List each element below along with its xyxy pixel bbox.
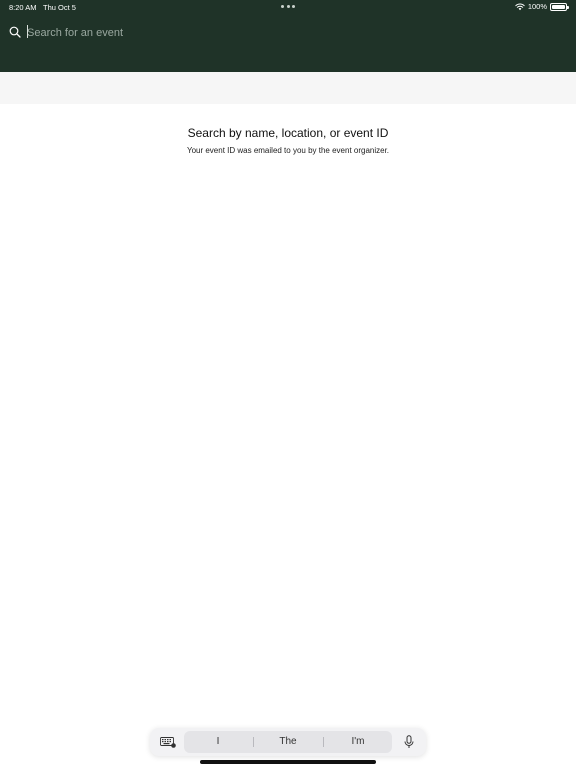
- battery-fill: [552, 4, 565, 9]
- multitasking-dots[interactable]: [281, 5, 295, 9]
- header: 8:20 AM Thu Oct 5 100%: [0, 0, 576, 72]
- suggestion-strip: I The I'm: [184, 731, 392, 753]
- status-time: 8:20 AM: [9, 3, 37, 12]
- screen: 8:20 AM Thu Oct 5 100% Search for an eve…: [0, 0, 576, 768]
- keyboard-icon[interactable]: [160, 737, 176, 748]
- status-date: Thu Oct 5: [43, 3, 76, 12]
- wifi-icon: [515, 3, 525, 10]
- text-caret: [27, 25, 28, 38]
- suggestion-item[interactable]: I'm: [324, 731, 392, 753]
- empty-state-subtitle: Your event ID was emailed to you by the …: [186, 146, 390, 155]
- search-bar: [0, 20, 576, 46]
- search-input[interactable]: [27, 24, 547, 42]
- empty-state-title: Search by name, location, or event ID: [187, 126, 389, 140]
- status-right: 100%: [515, 2, 569, 11]
- status-bar: 8:20 AM Thu Oct 5 100%: [0, 0, 576, 14]
- battery-icon: [550, 2, 569, 11]
- keyboard-suggestion-bar: I The I'm: [150, 728, 426, 756]
- results-header-band: [0, 72, 576, 104]
- suggestion-item[interactable]: I: [184, 731, 252, 753]
- dot: [281, 5, 284, 8]
- microphone-icon[interactable]: [403, 735, 415, 749]
- search-icon: [9, 26, 21, 38]
- dot: [286, 5, 290, 8]
- suggestion-item[interactable]: The: [254, 731, 322, 753]
- home-indicator[interactable]: [200, 760, 376, 764]
- dot: [292, 5, 295, 8]
- battery-percent: 100%: [527, 2, 547, 11]
